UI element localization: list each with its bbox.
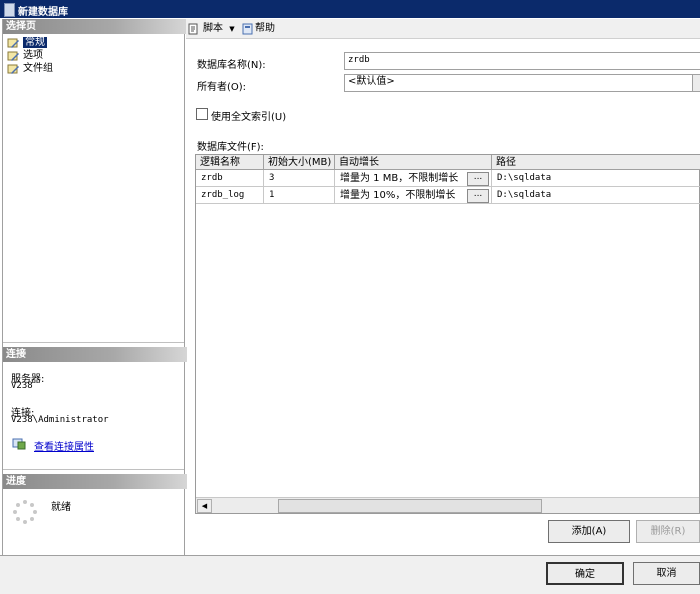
nav-item-options[interactable]: 选项 [6, 50, 43, 62]
nav-item-label: 选项 [23, 50, 43, 61]
nav-item-label: 常规 [23, 37, 47, 48]
database-icon [4, 3, 15, 17]
table-cell-autogrowth[interactable]: 增量为 1 MB，不限制增长 ... [335, 170, 492, 187]
autogrowth-ellipsis-button[interactable]: ... [467, 189, 489, 203]
table-cell-initial-size[interactable]: 1 [264, 187, 335, 204]
view-connection-properties-link[interactable]: 查看连接属性 [34, 438, 94, 453]
script-icon [188, 23, 198, 35]
add-file-button[interactable]: 添加(A) [548, 520, 630, 543]
divider [3, 342, 184, 343]
column-header-logical-name[interactable]: 逻辑名称 [196, 155, 264, 170]
table-cell-path[interactable]: D:\sqldata [492, 170, 700, 187]
db-files-label: 数据库文件(F): [197, 142, 264, 153]
left-pane: 选择页 常规 选项 文件组 连接 服务器: V238 连接: V238\Admi… [2, 19, 187, 555]
scroll-left-arrow-icon[interactable]: ◀ [197, 499, 212, 513]
table-cell-logical-name[interactable]: zrdb_log [196, 187, 264, 204]
column-header-autogrowth[interactable]: 自动增长 [335, 155, 492, 170]
dialog-button-bar: 确定 取消 [0, 555, 700, 594]
owner-input[interactable]: <默认值> [344, 74, 694, 92]
fulltext-checkbox[interactable] [196, 108, 208, 120]
database-files-table[interactable]: 逻辑名称 初始大小(MB) 自动增长 路径 zrdb 3 增量为 1 MB，不限… [195, 154, 700, 514]
autogrowth-ellipsis-button[interactable]: ... [467, 172, 489, 186]
fulltext-label: 使用全文索引(U) [211, 112, 287, 123]
toolbar: 脚本 ▼ 帮助 [186, 19, 700, 39]
horizontal-scrollbar[interactable]: ◀ [196, 497, 699, 513]
help-button[interactable]: 帮助 [242, 22, 275, 36]
column-header-initial-size[interactable]: 初始大小(MB) [264, 155, 335, 170]
autogrowth-text: 增量为 10%，不限制增长 [340, 190, 456, 201]
autogrowth-text: 增量为 1 MB，不限制增长 [340, 173, 459, 184]
scrollbar-thumb[interactable] [278, 499, 542, 513]
owner-label: 所有者(O): [197, 82, 247, 93]
page-icon [7, 38, 19, 48]
ok-button[interactable]: 确定 [546, 562, 624, 585]
owner-browse-button[interactable] [692, 74, 700, 92]
nav-item-filegroups[interactable]: 文件组 [6, 63, 53, 75]
connection-properties-icon [12, 438, 26, 450]
progress-status: 就绪 [51, 502, 71, 513]
table-cell-autogrowth[interactable]: 增量为 10%，不限制增长 ... [335, 187, 492, 204]
connection-value: V238\Administrator [11, 415, 109, 425]
window-title: 新建数据库 [18, 7, 68, 18]
db-name-label: 数据库名称(N): [197, 60, 266, 71]
server-value: V238 [11, 381, 33, 391]
chevron-down-icon: ▼ [229, 25, 235, 33]
db-name-input[interactable]: zrdb [344, 52, 700, 70]
table-cell-initial-size[interactable]: 3 [264, 170, 335, 187]
page-icon [7, 51, 19, 61]
nav-item-label: 文件组 [23, 63, 53, 74]
help-icon [242, 23, 253, 35]
table-cell-path[interactable]: D:\sqldata [492, 187, 700, 204]
column-header-path[interactable]: 路径 [492, 155, 700, 170]
nav-item-general[interactable]: 常规 [6, 37, 47, 49]
remove-file-button[interactable]: 删除(R) [636, 520, 700, 543]
divider [3, 469, 184, 470]
select-page-header: 选择页 [3, 19, 187, 34]
page-icon [7, 64, 19, 74]
help-label: 帮助 [255, 23, 275, 34]
table-cell-logical-name[interactable]: zrdb [196, 170, 264, 187]
script-label: 脚本 [203, 23, 223, 34]
cancel-button[interactable]: 取消 [633, 562, 700, 585]
script-button[interactable]: 脚本 ▼ [188, 22, 235, 36]
connection-header: 连接 [3, 347, 187, 362]
progress-header: 进度 [3, 474, 187, 489]
progress-spinner-icon [13, 500, 37, 524]
window-title-bar[interactable]: 新建数据库 [0, 0, 700, 18]
